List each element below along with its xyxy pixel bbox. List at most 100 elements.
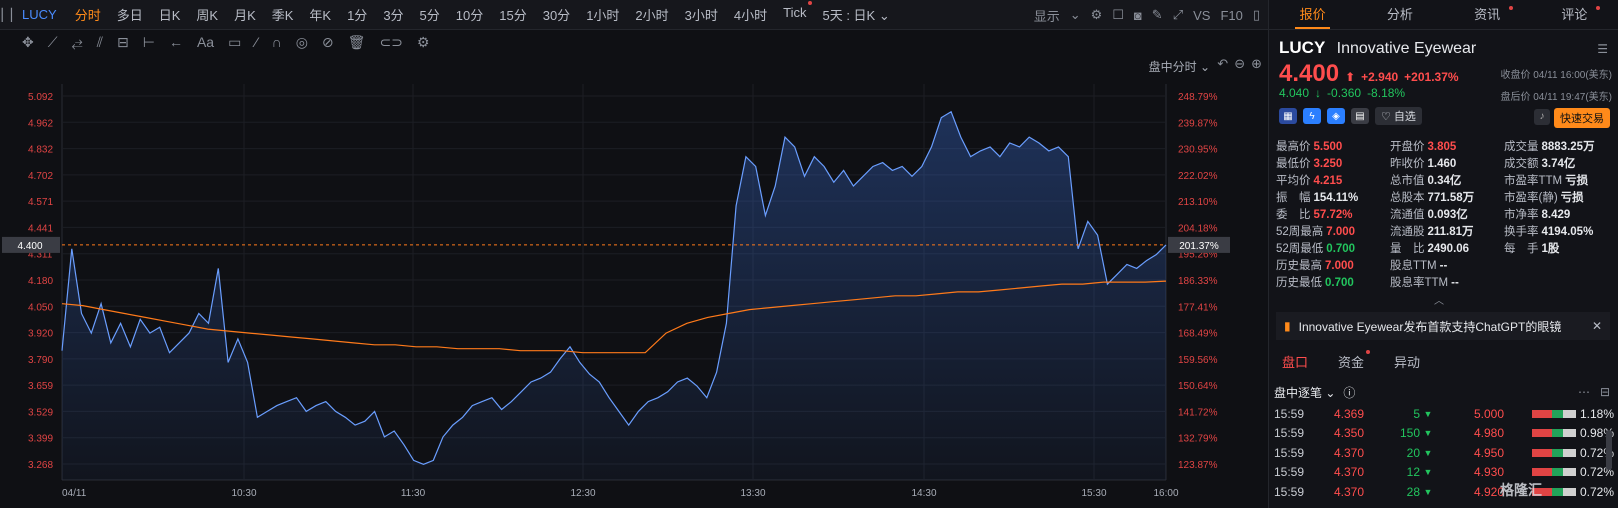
f10-button[interactable]: F10 (1220, 8, 1242, 23)
period-tab[interactable]: 季K (264, 5, 302, 24)
period-tab[interactable]: 30分 (535, 5, 578, 24)
x-tick-label: 12:30 (570, 488, 595, 499)
hide-icon[interactable]: ⊘ (322, 34, 334, 51)
period-tab[interactable]: 多日 (109, 5, 151, 24)
period-tab[interactable]: 周K (188, 5, 226, 24)
period-tab[interactable]: 年K (301, 5, 339, 24)
stats-row: 历史最高 7.000 股息TTM -- (1268, 257, 1618, 274)
panel-tab[interactable]: 报价 (1269, 0, 1356, 29)
scrollbar[interactable] (1606, 430, 1612, 470)
fib-tool-icon[interactable]: ⊟ (117, 34, 129, 51)
badge-row: ▦ ϟ ◈ ▤ ♡ 自选 ♪ 快速交易 (1269, 104, 1618, 128)
sub-tab[interactable]: 资金 (1338, 350, 1371, 374)
chevron-down-icon[interactable]: ⌄ (1070, 7, 1081, 23)
zoom-in-icon[interactable]: ⊕ (1251, 56, 1262, 72)
period-tab[interactable]: 1小时 (578, 5, 627, 24)
ray-tool-icon[interactable]: ⥄ (72, 34, 83, 51)
tick-row: 15:59 4.369 5 ▼ (1268, 404, 1438, 424)
period-tab[interactable]: 10分 (448, 5, 491, 24)
period-tab[interactable]: 2小时 (627, 5, 676, 24)
text-tool-icon[interactable]: Aa (197, 34, 214, 50)
period-tab[interactable]: 3小时 (677, 5, 726, 24)
settings-small-icon[interactable]: ⚙ (417, 34, 430, 51)
tick-time: 15:59 (1274, 465, 1305, 480)
tick-list: 15:59 4.369 5 ▼ 15:59 4.350 150 ▼ 15:59 4.370 20 ▼ 1… (1268, 404, 1438, 508)
expand-icon[interactable]: ⤢ (1173, 7, 1183, 23)
panel-tab[interactable]: 评论 (1531, 0, 1618, 29)
stat-value: 4.215 (1313, 175, 1343, 187)
quick-trade-button[interactable]: 快速交易 (1554, 108, 1610, 128)
period-tab[interactable]: Tick (775, 1, 814, 24)
period-tab[interactable]: 分时 (67, 5, 109, 24)
period-tab[interactable]: 3分 (375, 5, 411, 24)
book-level: 5.000 1.18% (1438, 404, 1618, 424)
stat-value: 4194.05% (1541, 226, 1594, 238)
stat-label: 52周最低 (1276, 243, 1324, 255)
sub-tab[interactable]: 盘口 (1282, 352, 1308, 374)
undo-icon[interactable]: ↶ (1217, 56, 1228, 72)
stat-label: 成交量 (1504, 141, 1539, 153)
period-tab[interactable]: 5天 : 日K ⌄ (814, 5, 897, 24)
symbol-label[interactable]: LUCY (22, 7, 57, 22)
period-tab[interactable]: 日K (151, 5, 189, 24)
trash-icon[interactable]: 🗑︎ (348, 34, 366, 51)
sub-tab[interactable]: 异动 (1394, 352, 1420, 374)
stat-label: 总市值 (1390, 175, 1425, 187)
note-icon[interactable]: ▤ (1351, 108, 1369, 124)
watchlist-button[interactable]: ♡ 自选 (1375, 107, 1422, 125)
channel-tool-icon[interactable]: ⫽ (97, 34, 103, 51)
period-tab[interactable]: 15分 (491, 5, 534, 24)
magnet-icon[interactable]: ∩ (272, 34, 282, 50)
sidebar-toggle-icon[interactable]: ▏▏ (0, 0, 22, 30)
line-tool-icon[interactable]: ⟋ (48, 34, 58, 51)
menu-icon[interactable]: ☰ (1597, 42, 1608, 56)
pen-icon[interactable]: ✎ (1152, 7, 1163, 23)
info-icon[interactable]: ⓘ (1343, 384, 1355, 401)
vs-button[interactable]: VS (1193, 8, 1210, 23)
close-icon[interactable]: ✕ (1592, 319, 1602, 333)
book-price: 4.950 (1473, 445, 1504, 460)
stat-label: 量 比 (1390, 243, 1425, 255)
lightning-icon[interactable]: ϟ (1303, 108, 1321, 124)
arrow-tool-icon[interactable]: ← (169, 34, 183, 50)
stat-label: 每 手 (1504, 243, 1539, 255)
chart-canvas[interactable]: 5.092 248.79% 4.962 239.87% 4.832 230.95% 4.70… (0, 54, 1268, 508)
stat-value: 7.000 (1326, 226, 1356, 238)
chart-mode-select[interactable]: 盘中分时 ⌄ (1149, 58, 1210, 75)
period-tab[interactable]: 5分 (412, 5, 448, 24)
camera-icon[interactable]: ◙ (1134, 8, 1142, 23)
news-text[interactable]: Innovative Eyewear发布首款支持ChatGPT的眼镜 (1299, 318, 1562, 335)
period-tab[interactable]: 月K (226, 5, 264, 24)
stat-value: 8883.25万 (1541, 141, 1595, 153)
collapse-icon[interactable]: ⊟ (1600, 385, 1610, 399)
panel-toggle-icon[interactable]: ▯ (1253, 7, 1260, 23)
display-menu[interactable]: 显示 (1034, 6, 1060, 25)
bell-icon[interactable]: ♪ (1534, 109, 1550, 125)
period-tab[interactable]: 4小时 (726, 5, 775, 24)
comment-tool-icon[interactable]: ▭ (228, 34, 241, 51)
x-tick-label: 10:30 (231, 488, 256, 499)
tag-icon[interactable]: ◈ (1327, 108, 1345, 124)
y-tick-label-right: 230.95% (1178, 145, 1218, 156)
tick-vol: 12 (1406, 465, 1420, 480)
more-icon[interactable]: ⋯ (1578, 385, 1590, 399)
eye-icon[interactable]: ◎ (296, 34, 308, 51)
tick-mode-select[interactable]: 盘中逐笔 ⌄ (1274, 384, 1335, 401)
news-banner[interactable]: ▮ Innovative Eyewear发布首款支持ChatGPT的眼镜 ✕ (1276, 312, 1610, 340)
collapse-caret-icon[interactable]: ︿ (1434, 292, 1444, 307)
down-arrow-icon: ▼ (1423, 486, 1433, 497)
stat-label: 流通值 (1390, 209, 1425, 221)
gear-icon[interactable]: ⚙ (1091, 7, 1103, 23)
layout-icon[interactable]: ☐ (1112, 7, 1124, 23)
period-tab[interactable]: 1分 (339, 5, 375, 24)
order-sub-tabs: 盘口 资金 异动 (1268, 350, 1618, 374)
book-bar (1532, 429, 1576, 438)
crosshair-icon[interactable]: ✥ (22, 34, 34, 51)
panel-tab[interactable]: 分析 (1356, 0, 1443, 29)
zoom-out-icon[interactable]: ⊖ (1234, 56, 1245, 72)
intraday-chart[interactable]: 5.092 248.79% 4.962 239.87% 4.832 230.95% 4.70… (0, 54, 1268, 508)
eraser-icon[interactable]: ⁄ (255, 34, 257, 50)
panel-tab[interactable]: 资讯 (1444, 0, 1531, 29)
range-tool-icon[interactable]: ⊢ (143, 34, 155, 51)
link-icon[interactable]: ⊂⊃ (379, 34, 402, 51)
